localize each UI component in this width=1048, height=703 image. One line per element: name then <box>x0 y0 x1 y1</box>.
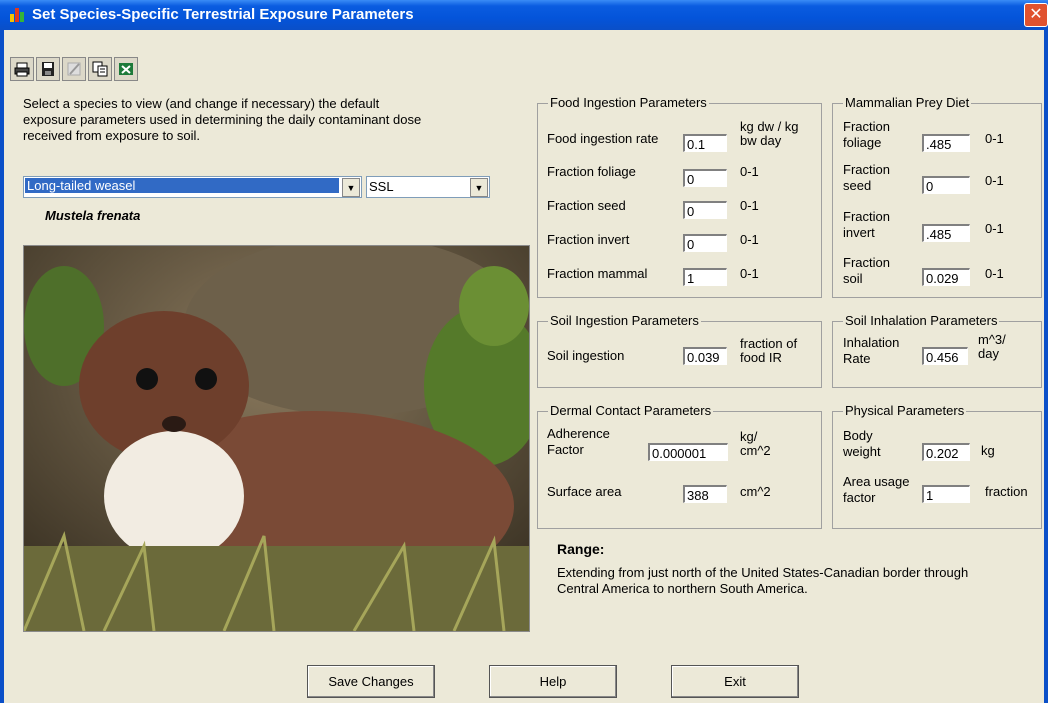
app-icon <box>10 8 26 22</box>
food-mammal-label: Fraction mammal <box>547 266 648 281</box>
body-weight-input[interactable]: 0.202 <box>922 443 970 461</box>
title-bar: Set Species-Specific Terrestrial Exposur… <box>0 0 1048 30</box>
food-mammal-unit: 0-1 <box>740 266 759 281</box>
adherence-factor-label: Adherence Factor <box>547 426 610 457</box>
prey-soil-label: Fraction soil <box>843 255 890 286</box>
prey-invert-input[interactable]: .485 <box>922 224 970 242</box>
prey-soil-input[interactable]: 0.029 <box>922 268 970 286</box>
soil-ingestion-label: Soil ingestion <box>547 348 625 363</box>
inhalation-rate-input[interactable]: 0.456 <box>922 347 968 365</box>
species-photo <box>22 236 544 632</box>
edit-icon[interactable] <box>62 57 86 81</box>
area-usage-input[interactable]: 1 <box>922 485 970 503</box>
exit-button[interactable]: Exit <box>671 665 799 698</box>
food-seed-input[interactable]: 0 <box>683 201 727 219</box>
adherence-factor-unit: kg/ cm^2 <box>740 429 771 458</box>
window-frame-left <box>0 30 4 703</box>
prey-seed-input[interactable]: 0 <box>922 176 970 194</box>
food-seed-label: Fraction seed <box>547 198 626 213</box>
toolbar <box>10 57 138 81</box>
area-usage-unit: fraction <box>985 484 1028 499</box>
food-mammal-input[interactable]: 1 <box>683 268 727 286</box>
save-changes-button[interactable]: Save Changes <box>307 665 435 698</box>
food-invert-label: Fraction invert <box>547 232 630 247</box>
soil-ingestion-input[interactable]: 0.039 <box>683 347 727 365</box>
prey-foliage-label: Fraction foliage <box>843 119 890 150</box>
scientific-name: Mustela frenata <box>45 208 141 223</box>
chevron-down-icon[interactable]: ▼ <box>342 178 360 197</box>
prey-foliage-unit: 0-1 <box>985 131 1004 146</box>
group-title: Food Ingestion Parameters <box>548 95 709 110</box>
food-foliage-unit: 0-1 <box>740 164 759 179</box>
food-foliage-label: Fraction foliage <box>547 164 636 179</box>
surface-area-input[interactable]: 388 <box>683 485 727 503</box>
inhalation-rate-unit: m^3/ day <box>978 332 1006 361</box>
prey-soil-unit: 0-1 <box>985 266 1004 281</box>
prey-seed-label: Fraction seed <box>843 162 890 193</box>
surface-area-label: Surface area <box>547 484 622 499</box>
group-title: Physical Parameters <box>843 403 967 418</box>
group-title: Mammalian Prey Diet <box>843 95 972 110</box>
save-disk-icon[interactable] <box>36 57 60 81</box>
group-title: Soil Ingestion Parameters <box>548 313 701 328</box>
species-select-value: Long-tailed weasel <box>25 178 339 193</box>
food-rate-input[interactable]: 0.1 <box>683 134 727 152</box>
food-rate-label: Food ingestion rate <box>547 131 659 146</box>
type-select[interactable]: SSL ▼ <box>366 176 490 198</box>
food-invert-unit: 0-1 <box>740 232 759 247</box>
area-usage-label: Area usage factor <box>843 474 910 505</box>
excel-icon[interactable] <box>114 57 138 81</box>
food-invert-input[interactable]: 0 <box>683 234 727 252</box>
help-button[interactable]: Help <box>489 665 617 698</box>
chevron-down-icon[interactable]: ▼ <box>470 178 488 197</box>
food-seed-unit: 0-1 <box>740 198 759 213</box>
food-rate-unit: kg dw / kg bw day <box>740 119 799 148</box>
prey-seed-unit: 0-1 <box>985 173 1004 188</box>
soil-ingestion-unit: fraction of food IR <box>740 336 798 365</box>
prey-invert-unit: 0-1 <box>985 221 1004 236</box>
body-weight-unit: kg <box>981 443 995 458</box>
close-button[interactable]: ✕ <box>1024 3 1048 27</box>
window-frame-right <box>1044 30 1048 703</box>
group-title: Soil Inhalation Parameters <box>843 313 1000 328</box>
adherence-factor-input[interactable]: 0.000001 <box>648 443 728 461</box>
intro-text: Select a species to view (and change if … <box>23 96 422 143</box>
copy-icon[interactable] <box>88 57 112 81</box>
printer-icon[interactable] <box>10 57 34 81</box>
species-select[interactable]: Long-tailed weasel ▼ <box>23 176 362 198</box>
surface-area-unit: cm^2 <box>740 484 771 499</box>
food-foliage-input[interactable]: 0 <box>683 169 727 187</box>
window-title: Set Species-Specific Terrestrial Exposur… <box>32 6 414 23</box>
group-title: Dermal Contact Parameters <box>548 403 714 418</box>
range-heading: Range: <box>557 541 605 557</box>
prey-invert-label: Fraction invert <box>843 209 890 240</box>
body-weight-label: Body weight <box>843 428 881 459</box>
prey-foliage-input[interactable]: .485 <box>922 134 970 152</box>
type-select-value: SSL <box>369 179 394 194</box>
range-text: Extending from just north of the United … <box>557 565 969 596</box>
inhalation-rate-label: Inhalation Rate <box>843 335 900 366</box>
